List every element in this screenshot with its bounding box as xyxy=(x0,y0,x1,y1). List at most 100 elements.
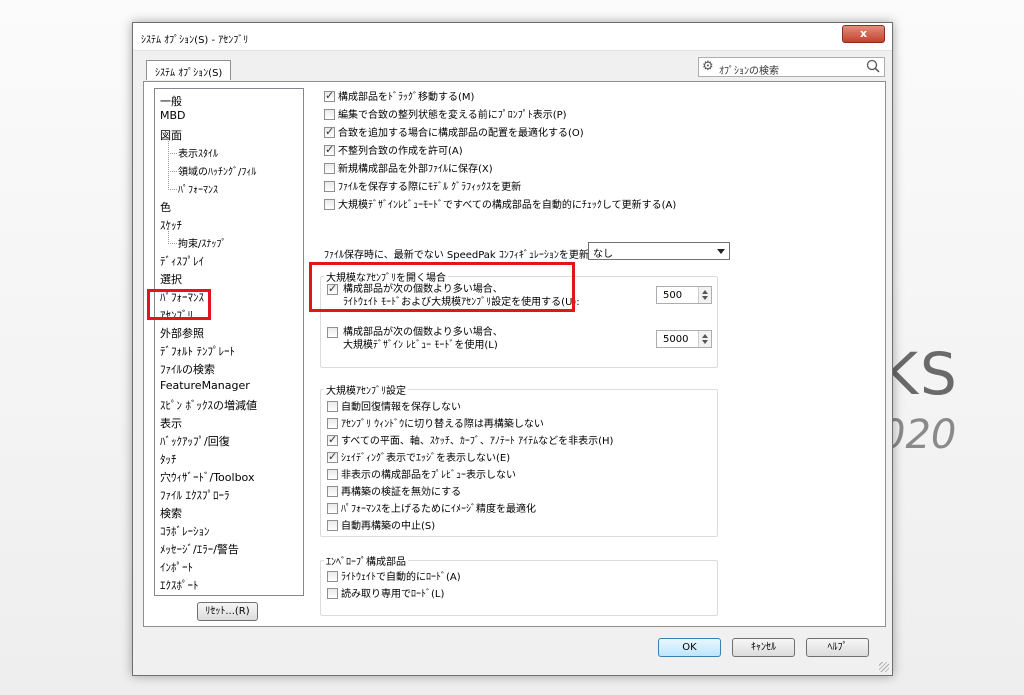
checkbox-option[interactable]: すべての平面、軸、ｽｹｯﾁ、ｶｰﾌﾞ、ｱﾉﾃｰﾄ ｱｲﾃﾑなどを非表示(H) xyxy=(327,432,613,447)
close-button[interactable]: x xyxy=(842,25,885,43)
reset-button[interactable]: ﾘｾｯﾄ...(R) xyxy=(197,602,258,621)
tree-item[interactable]: ｺﾗﾎﾞﾚｰｼｮﾝ xyxy=(160,523,210,539)
checkbox-option[interactable]: ｱｾﾝﾌﾞﾘ ｳｨﾝﾄﾞｳに切り替える際は再構築しない xyxy=(327,415,544,430)
resize-grip-icon[interactable] xyxy=(879,662,889,672)
tree-item[interactable]: 一般 xyxy=(160,93,182,109)
search-icon[interactable] xyxy=(866,59,880,73)
speedpak-select[interactable]: なし xyxy=(588,242,730,260)
checkbox[interactable] xyxy=(324,109,335,120)
spin-down-icon[interactable] xyxy=(702,340,708,344)
spin-down-icon[interactable] xyxy=(702,296,708,300)
checkbox-option[interactable]: 自動再構築の中止(S) xyxy=(327,517,435,532)
tree-item[interactable]: ｲﾝﾎﾟｰﾄ xyxy=(160,559,193,575)
tree-item[interactable]: 領域のﾊｯﾁﾝｸﾞ/ﾌｨﾙ xyxy=(168,153,257,178)
checkbox[interactable] xyxy=(324,199,335,210)
search-placeholder: ｵﾌﾟｼｮﾝの検索 xyxy=(719,66,779,77)
checkbox-option[interactable]: 自動回復情報を保存しない xyxy=(327,398,461,413)
tree-item[interactable]: ﾌｧｲﾙの検索 xyxy=(160,361,215,377)
checkbox[interactable] xyxy=(327,469,338,480)
checkbox[interactable] xyxy=(324,181,335,192)
tree-item-label: ﾒｯｾｰｼﾞ/ｴﾗｰ/警告 xyxy=(160,543,239,556)
help-button[interactable]: ﾍﾙﾌﾟ xyxy=(806,638,869,657)
tree-item[interactable]: 穴ｳｨｻﾞｰﾄﾞ/Toolbox xyxy=(160,469,254,485)
checkbox[interactable] xyxy=(324,89,335,102)
checkbox-option[interactable]: 読み取り専用でﾛｰﾄﾞ(L) xyxy=(327,585,444,600)
checkbox[interactable] xyxy=(327,433,338,446)
checkbox-option[interactable]: 大規模ﾃﾞｻﾞｲﾝﾚﾋﾞｭｰﾓｰﾄﾞですべての構成部品を自動的にﾁｪｯｸして更新… xyxy=(324,196,676,211)
tree-item[interactable]: FeatureManager xyxy=(160,379,250,392)
checkbox-option[interactable]: 新規構成部品を外部ﾌｧｲﾙに保存(X) xyxy=(324,160,493,175)
checkbox-option[interactable]: 合致を追加する場合に構成部品の配置を最適化する(O) xyxy=(324,124,584,139)
system-options-dialog: ｼｽﾃﾑ ｵﾌﾟｼｮﾝ(S) - ｱｾﾝﾌﾞﾘ x ｼｽﾃﾑ ｵﾌﾟｼｮﾝ(S)… xyxy=(132,22,893,676)
title-bar[interactable]: ｼｽﾃﾑ ｵﾌﾟｼｮﾝ(S) - ｱｾﾝﾌﾞﾘ x xyxy=(133,23,892,51)
lightweight-count-value: 500 xyxy=(663,290,683,301)
checkbox[interactable] xyxy=(327,401,338,412)
tree-item[interactable]: 選択 xyxy=(160,271,182,287)
checkbox[interactable] xyxy=(324,125,335,138)
spin-up-icon[interactable] xyxy=(702,334,708,338)
tree-item[interactable]: 外部参照 xyxy=(160,325,204,341)
large-design-review-count-value: 5000 xyxy=(663,334,689,345)
highlight-lightweight-option xyxy=(309,262,575,312)
checkbox-option[interactable]: ﾊﾟﾌｫｰﾏﾝｽを上げるためにｲﾒｰｼﾞ精度を最適化 xyxy=(327,500,536,515)
tree-item[interactable]: ﾃﾞｨｽﾌﾟﾚｲ xyxy=(160,253,204,269)
tree-item-label: 選択 xyxy=(160,273,182,286)
checkbox[interactable] xyxy=(324,163,335,174)
checkbox[interactable] xyxy=(327,486,338,497)
dialog-title: ｼｽﾃﾑ ｵﾌﾟｼｮﾝ(S) - ｱｾﾝﾌﾞﾘ xyxy=(141,35,249,46)
spin-up-icon[interactable] xyxy=(702,290,708,294)
tree-item[interactable]: ﾊﾞｯｸｱｯﾌﾟ/回復 xyxy=(160,433,230,449)
checkbox[interactable] xyxy=(327,418,338,429)
tree-item-label: 外部参照 xyxy=(160,327,204,340)
checkbox-option[interactable]: 構成部品をﾄﾞﾗｯｸﾞ移動する(M) xyxy=(324,88,474,103)
checkbox[interactable] xyxy=(327,588,338,599)
checkbox-option[interactable]: 編集で合致の整列状態を変える前にﾌﾟﾛﾝﾌﾟﾄ表示(P) xyxy=(324,106,567,121)
checkbox-label: 構成部品をﾄﾞﾗｯｸﾞ移動する(M) xyxy=(338,92,475,103)
lightweight-count-stepper[interactable]: 500 xyxy=(656,286,712,304)
tree-item[interactable]: ｴｸｽﾎﾟｰﾄ xyxy=(160,577,199,593)
tree-item[interactable]: ﾒｯｾｰｼﾞ/ｴﾗｰ/警告 xyxy=(160,541,239,557)
tree-item-label: ｽﾋﾟﾝ ﾎﾞｯｸｽの増減値 xyxy=(160,399,257,412)
checkbox[interactable] xyxy=(327,520,338,531)
large-design-review-count-stepper[interactable]: 5000 xyxy=(656,330,712,348)
envelope-title: ｴﾝﾍﾞﾛｰﾌﾟ構成部品 xyxy=(324,553,408,568)
checkbox-option[interactable]: 非表示の構成部品をﾌﾟﾚﾋﾞｭｰ表示しない xyxy=(327,466,516,481)
large-design-review-checkbox[interactable] xyxy=(327,327,338,338)
checkbox-option[interactable]: ｼｪｲﾃﾞｨﾝｸﾞ表示でｴｯｼﾞを表示しない(E) xyxy=(327,449,510,464)
ok-button[interactable]: OK xyxy=(658,638,721,657)
checkbox-option[interactable]: 再構築の検証を無効にする xyxy=(327,483,461,498)
checkbox-option[interactable]: ﾌｧｲﾙを保存する際にﾓﾃﾞﾙ ｸﾞﾗﾌｨｯｸｽを更新 xyxy=(324,178,521,193)
checkbox-label: 読み取り専用でﾛｰﾄﾞ(L) xyxy=(341,589,445,600)
tree-item[interactable]: 検索 xyxy=(160,505,182,521)
options-tree[interactable]: 一般 MBD 図面 表示ｽﾀｲﾙ 領域のﾊｯﾁﾝｸﾞ/ﾌｨﾙ ﾊﾟﾌｫｰﾏﾝｽ色ｽｹｯﾁ拘… xyxy=(154,88,304,596)
tree-item[interactable]: ﾀｯﾁ xyxy=(160,451,177,467)
checkbox[interactable] xyxy=(327,450,338,463)
options-panel: 一般 MBD 図面 表示ｽﾀｲﾙ 領域のﾊｯﾁﾝｸﾞ/ﾌｨﾙ ﾊﾟﾌｫｰﾏﾝｽ色ｽｹｯﾁ拘… xyxy=(143,81,886,627)
tree-item[interactable]: MBD xyxy=(160,109,186,122)
checkbox[interactable] xyxy=(327,571,338,582)
checkbox-label: 編集で合致の整列状態を変える前にﾌﾟﾛﾝﾌﾟﾄ表示(P) xyxy=(338,110,567,121)
tree-item-label: 領域のﾊｯﾁﾝｸﾞ/ﾌｨﾙ xyxy=(178,167,257,178)
checkbox[interactable] xyxy=(327,503,338,514)
tree-item-label: ﾊﾟﾌｫｰﾏﾝｽ xyxy=(178,185,218,196)
tree-item[interactable]: ﾃﾞﾌｫﾙﾄ ﾃﾝﾌﾟﾚｰﾄ xyxy=(160,343,235,359)
checkbox-option[interactable]: ﾗｲﾄｳｪｲﾄで自動的にﾛｰﾄﾞ(A) xyxy=(327,568,461,583)
options-search-input[interactable]: ⚙ ｵﾌﾟｼｮﾝの検索 xyxy=(698,57,885,77)
tree-item[interactable]: ﾊﾟﾌｫｰﾏﾝｽ xyxy=(168,171,218,196)
checkbox-label: ﾊﾟﾌｫｰﾏﾝｽを上げるためにｲﾒｰｼﾞ精度を最適化 xyxy=(341,504,536,515)
checkbox-label: 自動回復情報を保存しない xyxy=(341,402,461,413)
checkbox-option[interactable]: 不整列合致の作成を許可(A) xyxy=(324,142,463,157)
highlight-assembly-tree-item xyxy=(147,289,211,320)
gear-icon: ⚙ xyxy=(702,59,714,74)
tree-item-label: 色 xyxy=(160,201,171,214)
tree-item[interactable]: ﾌｧｲﾙ ｴｸｽﾌﾟﾛｰﾗ xyxy=(160,487,230,503)
cancel-button[interactable]: ｷｬﾝｾﾙ xyxy=(732,638,795,657)
tab-system-options[interactable]: ｼｽﾃﾑ ｵﾌﾟｼｮﾝ(S) xyxy=(146,60,232,80)
tree-item[interactable]: 拘束/ｽﾅｯﾌﾟ xyxy=(168,225,226,250)
tree-item[interactable]: 色 xyxy=(160,199,171,215)
tree-item[interactable]: 表示 xyxy=(160,415,182,431)
checkbox-label: 非表示の構成部品をﾌﾟﾚﾋﾞｭｰ表示しない xyxy=(341,470,516,481)
tree-item[interactable]: ｽﾋﾟﾝ ﾎﾞｯｸｽの増減値 xyxy=(160,397,257,413)
checkbox-label: 合致を追加する場合に構成部品の配置を最適化する(O) xyxy=(338,128,584,139)
checkbox[interactable] xyxy=(324,143,335,156)
